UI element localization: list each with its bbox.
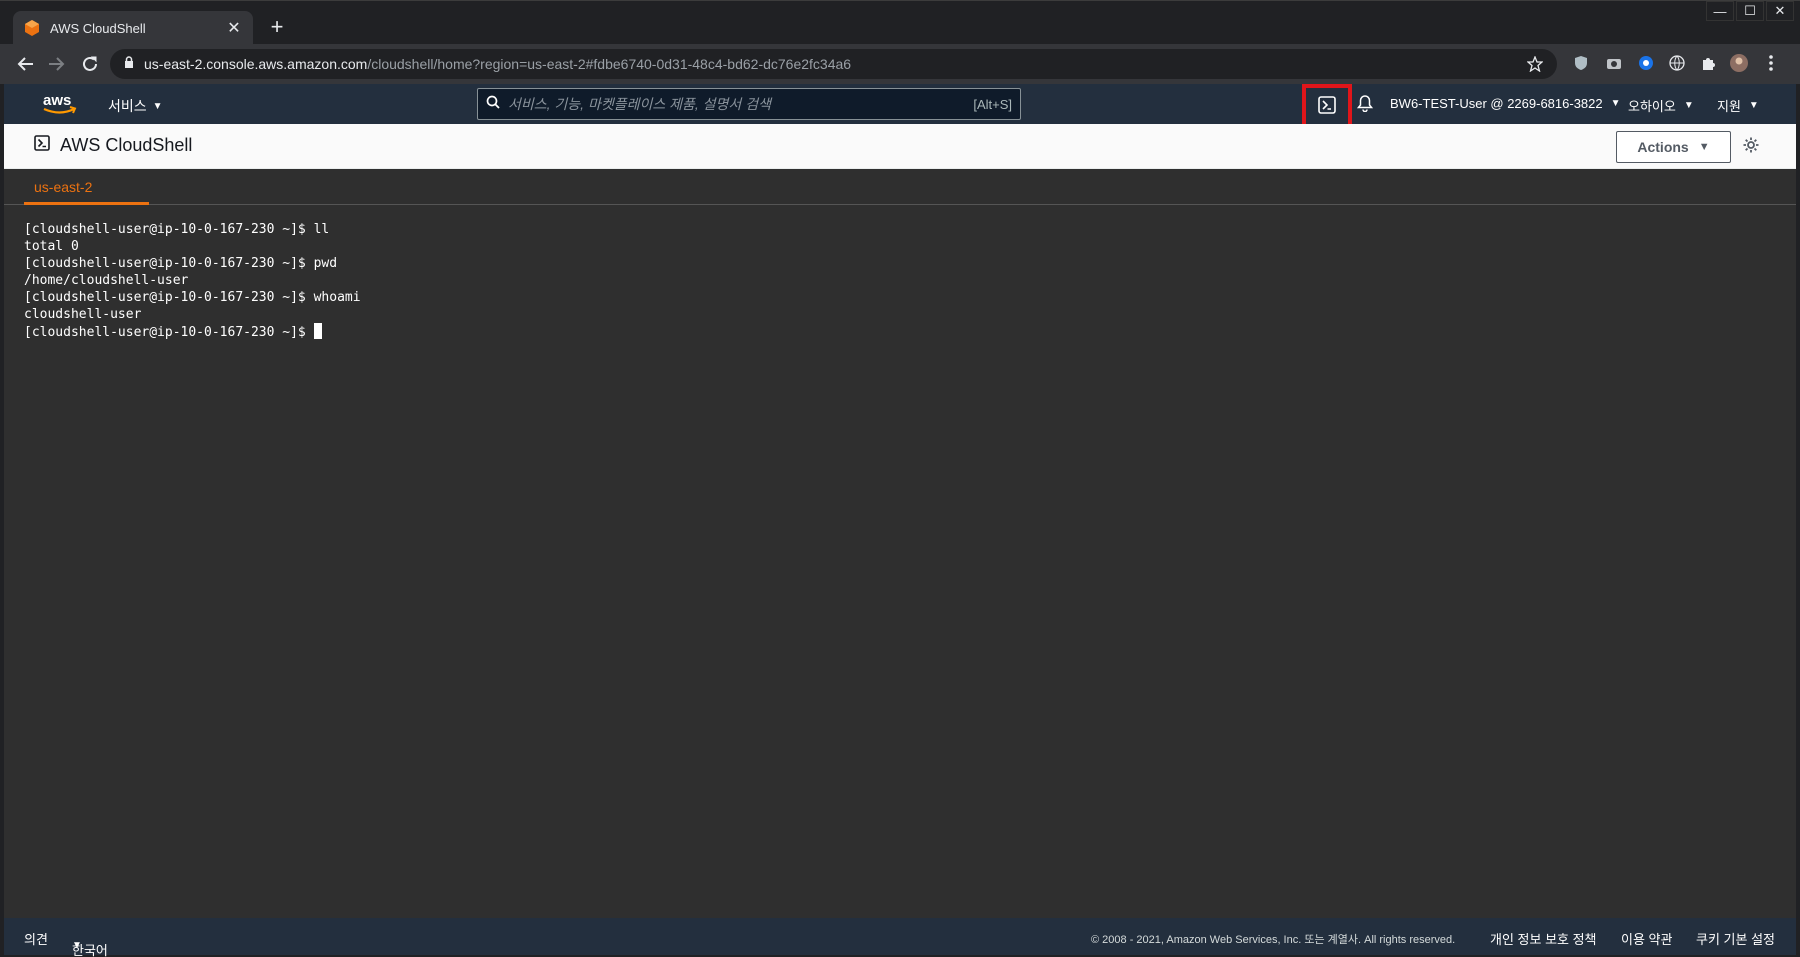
search-input[interactable] [508, 96, 974, 112]
cloudshell-terminal-icon [1318, 95, 1336, 119]
page-title: AWS CloudShell [34, 135, 192, 156]
account-menu[interactable]: BW6-TEST-User @ 2269-6816-3822 ▼ [1390, 96, 1621, 111]
privacy-link[interactable]: 개인 정보 보호 정책 [1490, 929, 1597, 948]
terminal-line: [cloudshell-user@ip-10-0-167-230 ~]$ pwd [24, 256, 338, 271]
actions-button[interactable]: Actions ▼ [1616, 131, 1731, 163]
tab-title: AWS CloudShell [50, 20, 146, 36]
window-controls: — ☐ ✕ [1706, 1, 1794, 21]
browser-tab[interactable]: AWS CloudShell ✕ [13, 11, 253, 45]
terminal-line: /home/cloudshell-user [24, 273, 189, 288]
console-footer: 의견 한국어 ▼ © 2008 - 2021, Amazon Web Servi… [4, 918, 1796, 957]
url-path: /cloudshell/home?region=us-east-2#fdbe67… [367, 56, 852, 72]
caret-down-icon: ▼ [1610, 98, 1621, 109]
cookie-preferences-link[interactable]: 쿠키 기본 설정 [1696, 929, 1775, 948]
terminal-prompt-line: [cloudshell-user@ip-10-0-167-230 ~]$ [24, 323, 1776, 340]
terminal-line: total 0 [24, 239, 79, 254]
extensions-puzzle-icon[interactable] [1697, 52, 1719, 74]
search-icon [486, 95, 500, 114]
forward-icon[interactable] [44, 52, 68, 76]
services-label: 서비스 [108, 98, 147, 114]
region-label: 오하이오 [1628, 99, 1676, 114]
extension-shield-icon[interactable] [1570, 52, 1592, 74]
caret-down-icon: ▼ [152, 100, 163, 112]
aws-logo-icon[interactable]: aws [40, 91, 80, 117]
svg-text:aws: aws [43, 92, 71, 109]
terminal[interactable]: [cloudshell-user@ip-10-0-167-230 ~]$ ll … [4, 205, 1796, 918]
terminal-prompt: [cloudshell-user@ip-10-0-167-230 ~]$ [24, 325, 314, 340]
page-title-text: AWS CloudShell [60, 135, 193, 155]
back-icon[interactable] [14, 52, 38, 76]
caret-down-icon: ▼ [72, 940, 82, 951]
aws-favicon-icon [23, 20, 40, 37]
reload-icon[interactable] [78, 52, 102, 76]
console-search[interactable]: [Alt+S] [477, 88, 1021, 120]
terms-link[interactable]: 이용 약관 [1621, 929, 1672, 948]
cloudshell-icon [34, 135, 50, 156]
lock-icon [124, 55, 134, 73]
caret-down-icon: ▼ [1683, 100, 1694, 111]
browser-menu-icon[interactable] [1760, 52, 1782, 74]
copyright-text: © 2008 - 2021, Amazon Web Services, Inc.… [1091, 934, 1456, 946]
url-host: us-east-2.console.aws.amazon.com [144, 56, 368, 72]
caret-down-icon: ▼ [1698, 141, 1710, 153]
extension-blue-icon[interactable] [1635, 52, 1657, 74]
session-tab-strip: us-east-2 [4, 169, 1796, 205]
caret-down-icon: ▼ [1748, 100, 1759, 111]
terminal-line: [cloudshell-user@ip-10-0-167-230 ~]$ who… [24, 290, 361, 305]
feedback-link[interactable]: 의견 [24, 929, 48, 948]
support-label: 지원 [1717, 99, 1741, 114]
search-shortcut: [Alt+S] [973, 96, 1012, 112]
cloudshell-header: AWS CloudShell Actions ▼ [4, 124, 1796, 169]
support-menu[interactable]: 지원 ▼ [1717, 96, 1759, 115]
address-bar[interactable]: us-east-2.console.aws.amazon.com/cloudsh… [110, 49, 1557, 79]
bookmark-star-icon[interactable] [1526, 55, 1544, 77]
new-tab-button[interactable]: + [264, 15, 290, 41]
maximize-icon[interactable]: ☐ [1736, 1, 1764, 21]
services-menu[interactable]: 서비스 ▼ [108, 96, 163, 116]
minimize-icon[interactable]: — [1706, 1, 1734, 21]
profile-avatar[interactable] [1728, 52, 1750, 74]
globe-icon[interactable] [1666, 52, 1688, 74]
actions-label: Actions [1637, 139, 1689, 155]
region-menu[interactable]: 오하이오 ▼ [1628, 96, 1694, 115]
settings-gear-icon[interactable] [1742, 136, 1760, 159]
terminal-line: [cloudshell-user@ip-10-0-167-230 ~]$ ll [24, 222, 330, 237]
account-label: BW6-TEST-User @ 2269-6816-3822 [1390, 96, 1603, 111]
browser-toolbar: us-east-2.console.aws.amazon.com/cloudsh… [0, 44, 1800, 84]
terminal-cursor [313, 323, 322, 339]
terminal-line: cloudshell-user [24, 307, 142, 322]
tab-close-icon[interactable]: ✕ [225, 18, 243, 38]
notifications-bell-icon[interactable] [1356, 94, 1374, 117]
tab-us-east-2[interactable]: us-east-2 [24, 169, 149, 205]
window-close-icon[interactable]: ✕ [1766, 1, 1794, 21]
aws-console-nav: aws 서비스 ▼ [Alt+S] BW6-TEST-User @ 2269-6… [4, 84, 1796, 130]
browser-tab-bar: AWS CloudShell ✕ + — ☐ ✕ [0, 0, 1800, 45]
camera-icon[interactable] [1603, 52, 1625, 74]
